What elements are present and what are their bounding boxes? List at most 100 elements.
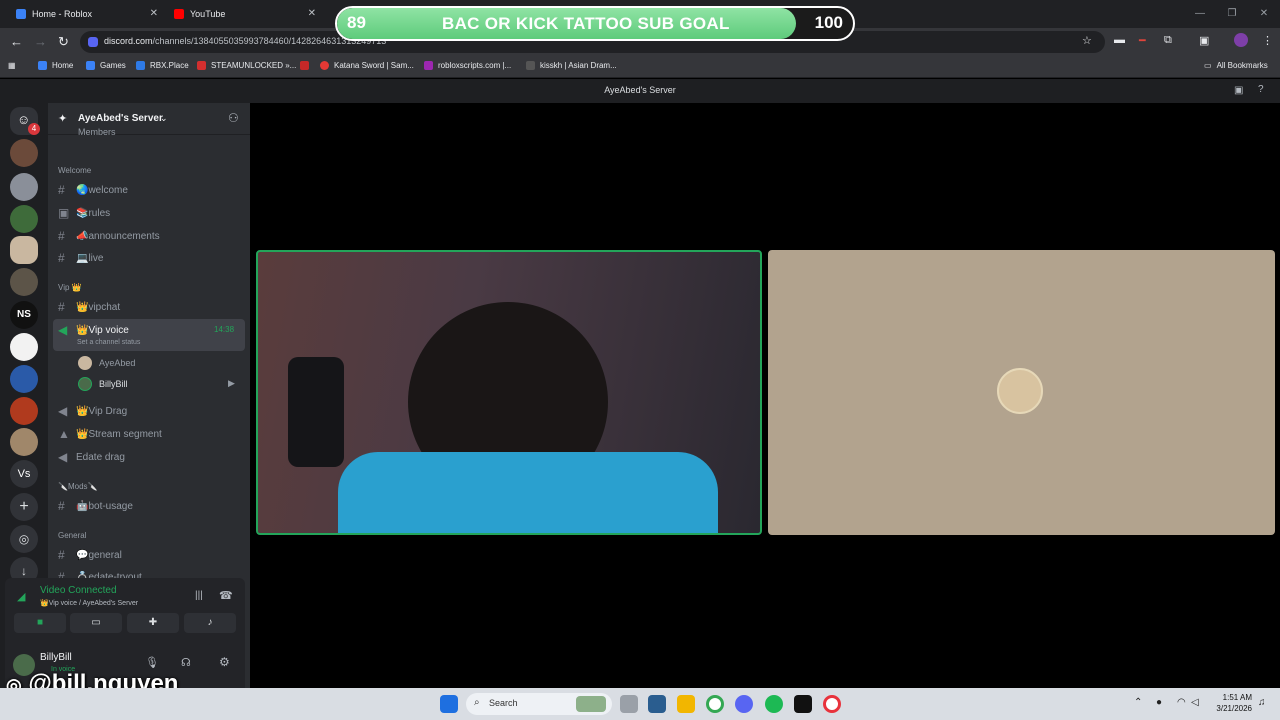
discover-icon[interactable]: ◎ — [10, 525, 38, 553]
video-stage — [250, 103, 1280, 688]
channel-general[interactable]: # 💬general — [58, 548, 122, 562]
maximize-icon[interactable]: ❐ — [1216, 0, 1248, 28]
channel-status-prompt[interactable]: Set a channel status — [77, 339, 140, 346]
more-menu-icon[interactable]: ⋮ — [1262, 34, 1273, 47]
category-vip[interactable]: Vip 👑 — [58, 283, 82, 292]
all-bookmarks[interactable]: ▭ All Bookmarks — [1204, 61, 1268, 70]
server-icon-vs[interactable]: Vs — [10, 460, 38, 488]
category-welcome[interactable]: Welcome — [58, 166, 91, 175]
noise-suppression-icon[interactable]: ||| — [195, 590, 203, 601]
tab-youtube[interactable]: YouTube ✕ — [162, 2, 322, 26]
bookmark-star-icon[interactable]: ☆ — [1082, 34, 1092, 47]
bookmark-katana[interactable]: Katana Sword | Sam... — [320, 61, 414, 70]
apps-grid-icon[interactable]: ▦ — [8, 61, 16, 70]
server-icon[interactable] — [10, 365, 38, 393]
voice-duration: 14:38 — [214, 325, 235, 334]
channel-welcome[interactable]: # 🌏welcome — [58, 183, 128, 197]
server-badge-icon: ✦ — [58, 113, 68, 125]
minimize-icon[interactable]: — — [1184, 0, 1216, 28]
bookmark-robloxscripts[interactable]: robloxscripts.com |... — [424, 61, 511, 70]
soundboard-button[interactable]: ♪ — [184, 613, 236, 633]
chevron-down-icon: ⌄ — [160, 113, 168, 123]
tray-mic-icon[interactable]: ● — [1156, 697, 1162, 708]
bookmark-label: Games — [100, 61, 126, 70]
add-server-icon[interactable]: + — [10, 493, 38, 521]
voice-member-billybill[interactable]: BillyBill — [78, 377, 128, 391]
close-tab-icon[interactable]: ✕ — [308, 8, 316, 19]
bookmark-label: kisskh | Asian Dram... — [540, 61, 617, 70]
server-icon[interactable] — [10, 397, 38, 425]
taskbar-clock[interactable]: 1:51 AM 3/21/2026 — [1208, 692, 1252, 714]
chrome-icon[interactable] — [706, 695, 724, 713]
profile-avatar[interactable] — [1234, 33, 1248, 47]
close-window-icon[interactable]: ✕ — [1248, 0, 1280, 28]
channel-bot-usage[interactable]: # 🤖bot-usage — [58, 499, 133, 513]
invite-people-icon[interactable]: ⚇ — [228, 111, 239, 125]
discord-home-icon[interactable]: ☺ 4 — [10, 107, 40, 135]
server-icon-active[interactable] — [10, 236, 38, 264]
file-explorer-icon[interactable] — [677, 695, 695, 713]
bookmark-red-icon[interactable] — [300, 61, 314, 70]
microphone-icon[interactable]: 🎙 — [145, 656, 159, 669]
bookmark-label: RBX.Place — [150, 61, 189, 70]
server-icon[interactable] — [10, 139, 38, 167]
settings-gear-icon[interactable]: ⚙ — [219, 655, 230, 669]
taskbar-search[interactable]: ⌕ Search — [466, 693, 612, 715]
notification-bell-icon[interactable]: ♫ — [1258, 697, 1266, 708]
server-icon[interactable] — [10, 268, 38, 296]
headphones-icon[interactable]: ☊ — [181, 656, 191, 669]
app-icon[interactable] — [794, 695, 812, 713]
bookmark-kisskh[interactable]: kisskh | Asian Dram... — [526, 61, 617, 70]
hashtag-icon: # — [58, 548, 65, 562]
activities-button[interactable]: ✚ — [127, 613, 179, 633]
photos-app-icon[interactable] — [648, 695, 666, 713]
bookmark-games[interactable]: Games — [86, 61, 126, 70]
discord-taskbar-icon[interactable] — [735, 695, 753, 713]
tab-roblox[interactable]: Home - Roblox ✕ — [4, 2, 164, 26]
task-view-icon[interactable] — [620, 695, 638, 713]
channel-live[interactable]: # 💻live — [58, 251, 103, 265]
side-panel-icon[interactable]: ▣ — [1199, 34, 1209, 47]
voice-member-ayeabed[interactable]: AyeAbed — [78, 356, 135, 370]
speaker-icon: ◀ — [58, 450, 68, 464]
extension-red-icon[interactable]: ━ — [1139, 34, 1146, 47]
video-tile-billybill[interactable] — [256, 250, 762, 535]
extension-icon[interactable]: ▬ — [1114, 34, 1125, 46]
channel-edate-drag[interactable]: ◀ Edate drag — [58, 450, 125, 464]
wifi-icon[interactable]: ◠ — [1177, 697, 1186, 708]
server-icon[interactable] — [10, 205, 38, 233]
server-icon[interactable] — [10, 333, 38, 361]
forward-icon[interactable]: → — [34, 34, 47, 50]
volume-icon[interactable]: ◁ — [1191, 697, 1199, 708]
channel-vip-voice[interactable]: ◀ 👑Vip voice — [58, 323, 129, 337]
screen-share-button[interactable]: ▭ — [70, 613, 122, 633]
server-icon[interactable] — [10, 173, 38, 201]
camera-button[interactable]: ■ — [14, 613, 66, 633]
back-icon[interactable]: ← — [10, 34, 23, 50]
extensions-puzzle-icon[interactable]: ⧉ — [1164, 34, 1172, 47]
reload-icon[interactable]: ↻ — [58, 34, 69, 50]
server-icon-ns[interactable]: NS — [10, 301, 38, 329]
voice-channel-info[interactable]: 👑Vip voice / AyeAbed's Server — [40, 599, 138, 607]
video-tile-ayeabed[interactable] — [768, 250, 1275, 535]
channel-vipchat[interactable]: # 👑vipchat — [58, 300, 120, 314]
inbox-icon[interactable]: ▣ — [1234, 85, 1243, 96]
category-mods[interactable]: 🔪Mods🔪 — [58, 482, 97, 491]
opera-icon[interactable] — [823, 695, 841, 713]
spotify-icon[interactable] — [765, 695, 783, 713]
help-icon[interactable]: ? — [1258, 84, 1264, 95]
channel-announcements[interactable]: # 📣announcements — [58, 229, 160, 243]
members-link[interactable]: Members — [78, 127, 116, 137]
channel-stream-segment[interactable]: ▲ 👑Stream segment — [58, 427, 162, 441]
channel-vip-drag[interactable]: ◀ 👑Vip Drag — [58, 404, 127, 418]
bookmark-steamunlocked[interactable]: STEAMUNLOCKED »... — [197, 61, 296, 70]
bookmark-home[interactable]: Home — [38, 61, 73, 70]
server-icon[interactable] — [10, 428, 38, 456]
tray-chevron-icon[interactable]: ⌃ — [1134, 697, 1142, 708]
bookmark-rbxplace[interactable]: RBX.Place — [136, 61, 189, 70]
close-tab-icon[interactable]: ✕ — [150, 8, 158, 19]
category-general[interactable]: General — [58, 531, 86, 540]
disconnect-icon[interactable]: ☎ — [219, 589, 233, 602]
windows-start-icon[interactable] — [440, 695, 458, 713]
channel-rules[interactable]: ▣ 📚rules — [58, 206, 110, 220]
